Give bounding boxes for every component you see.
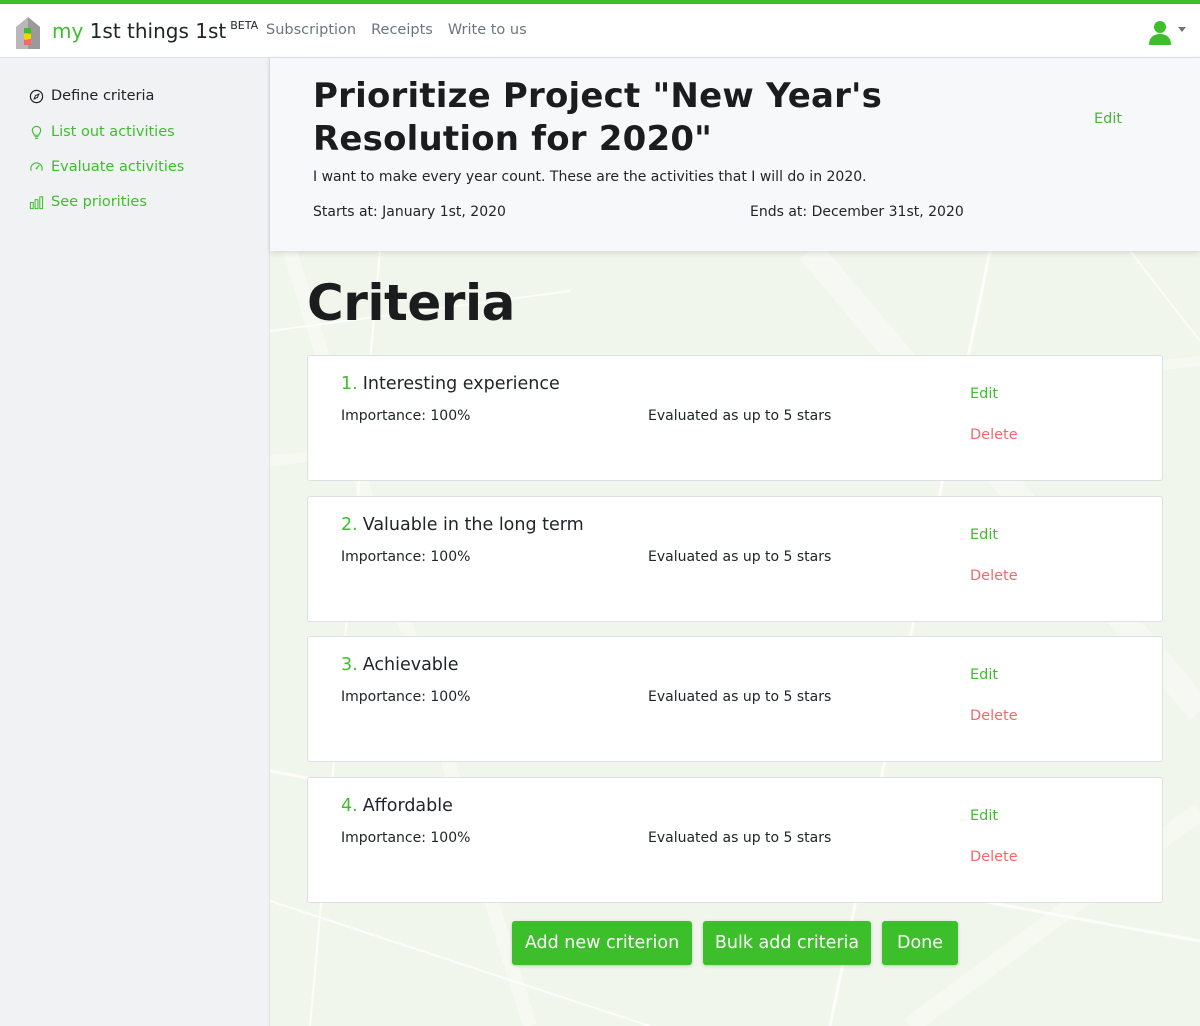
- criterion-card: 2. Valuable in the long term Importance: …: [307, 496, 1163, 622]
- project-description: I want to make every year count. These a…: [313, 169, 867, 185]
- criterion-importance: Importance: 100%: [341, 830, 471, 846]
- sidebar-item-label: Evaluate activities: [51, 159, 185, 175]
- criterion-evaluation: Evaluated as up to 5 stars: [648, 830, 832, 846]
- criterion-card: 1. Interesting experience Importance: 100…: [307, 355, 1163, 481]
- brand-name[interactable]: my 1st things 1st BETA: [52, 19, 258, 43]
- done-button[interactable]: Done: [882, 921, 958, 965]
- project-title: Prioritize Project "New Year's Resolutio…: [313, 76, 883, 159]
- criterion-number: 1.: [341, 374, 358, 394]
- delete-criterion-link[interactable]: Delete: [970, 427, 1018, 443]
- sidebar-item-list-activities[interactable]: List out activities: [29, 124, 175, 140]
- sidebar-item-define-criteria[interactable]: Define criteria: [29, 88, 154, 104]
- criterion-evaluation: Evaluated as up to 5 stars: [648, 549, 832, 565]
- criterion-title: 4. Affordable: [341, 796, 453, 816]
- criterion-number: 3.: [341, 655, 358, 675]
- criterion-card: 4. Affordable Importance: 100% Evaluated …: [307, 777, 1163, 903]
- criterion-title: 2. Valuable in the long term: [341, 515, 584, 535]
- project-end-date: Ends at: December 31st, 2020: [750, 204, 964, 220]
- criterion-importance: Importance: 100%: [341, 689, 471, 705]
- navbar: my 1st things 1st BETA Subscription Recei…: [0, 4, 1200, 58]
- brand-prefix: my: [52, 19, 84, 43]
- criterion-importance: Importance: 100%: [341, 408, 471, 424]
- criterion-number: 4.: [341, 796, 358, 816]
- criterion-title: 1. Interesting experience: [341, 374, 560, 394]
- delete-criterion-link[interactable]: Delete: [970, 849, 1018, 865]
- criterion-title: 3. Achievable: [341, 655, 459, 675]
- criterion-name: Interesting experience: [362, 374, 560, 394]
- delete-criterion-link[interactable]: Delete: [970, 568, 1018, 584]
- sidebar-item-label: Define criteria: [51, 88, 155, 104]
- delete-criterion-link[interactable]: Delete: [970, 708, 1018, 724]
- sidebar-item-evaluate-activities[interactable]: Evaluate activities: [29, 159, 184, 175]
- criterion-name: Affordable: [362, 796, 453, 816]
- logo-icon[interactable]: [14, 15, 42, 51]
- bulk-add-criteria-button[interactable]: Bulk add criteria: [703, 921, 871, 965]
- criteria-heading: Criteria: [307, 274, 515, 332]
- project-start-date: Starts at: January 1st, 2020: [313, 204, 506, 220]
- sidebar: Define criteria List out activities Eval…: [0, 58, 270, 1026]
- nav-subscription[interactable]: Subscription: [266, 22, 356, 38]
- edit-criterion-link[interactable]: Edit: [970, 527, 998, 543]
- nav-links: Subscription Receipts Write to us: [266, 22, 527, 38]
- criterion-number: 2.: [341, 515, 358, 535]
- sidebar-item-see-priorities[interactable]: See priorities: [29, 194, 147, 210]
- beta-badge: BETA: [230, 19, 259, 32]
- criterion-card: 3. Achievable Importance: 100% Evaluated …: [307, 636, 1163, 762]
- edit-project-link[interactable]: Edit: [1094, 111, 1122, 127]
- edit-criterion-link[interactable]: Edit: [970, 667, 998, 683]
- lightbulb-icon: [31, 125, 42, 139]
- compass-icon: [29, 89, 44, 103]
- sidebar-item-label: List out activities: [51, 124, 175, 140]
- sidebar-item-label: See priorities: [51, 194, 147, 210]
- add-criterion-button[interactable]: Add new criterion: [512, 921, 692, 965]
- criterion-name: Achievable: [362, 655, 459, 675]
- criterion-name: Valuable in the long term: [362, 515, 584, 535]
- user-menu[interactable]: [1148, 20, 1186, 46]
- edit-criterion-link[interactable]: Edit: [970, 808, 998, 824]
- criterion-importance: Importance: 100%: [341, 549, 471, 565]
- criterion-evaluation: Evaluated as up to 5 stars: [648, 408, 832, 424]
- project-header: Prioritize Project "New Year's Resolutio…: [270, 58, 1200, 251]
- edit-criterion-link[interactable]: Edit: [970, 386, 998, 402]
- nav-receipts[interactable]: Receipts: [371, 22, 433, 38]
- nav-write-to-us[interactable]: Write to us: [448, 22, 527, 38]
- criterion-evaluation: Evaluated as up to 5 stars: [648, 689, 832, 705]
- gauge-icon: [30, 161, 43, 171]
- user-icon: [1149, 21, 1171, 45]
- bar-chart-icon: [29, 195, 44, 209]
- brand-title: 1st things 1st: [89, 19, 227, 43]
- chevron-down-icon: [1178, 26, 1186, 32]
